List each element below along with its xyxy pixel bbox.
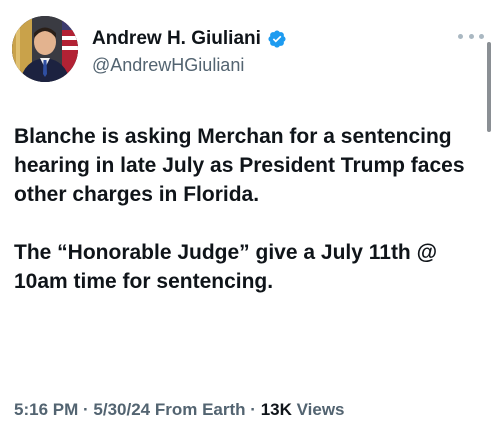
more-dot [468,33,474,39]
tweet-time[interactable]: 5:16 PM [14,400,78,419]
tweet-source: From Earth [154,400,246,419]
author-name-row: Andrew H. Giuliani [92,28,287,50]
tweet-card: Andrew H. Giuliani @AndrewHGiuliani Blan… [0,0,500,443]
meta-separator: · [82,400,89,419]
more-horizontal-icon[interactable] [458,30,484,42]
tweet-meta: 5:16 PM · 5/30/24 From Earth · 13K Views [14,400,345,420]
author-display-name[interactable]: Andrew H. Giuliani [92,28,261,50]
author-handle[interactable]: @AndrewHGiuliani [92,55,244,76]
scrollbar[interactable] [487,42,491,132]
more-dot [458,33,463,39]
tweet-date[interactable]: 5/30/24 [93,400,150,419]
tweet-text: Blanche is asking Merchan for a sentenci… [14,122,484,296]
tweet-paragraph: Blanche is asking Merchan for a sentenci… [14,125,465,206]
avatar-image [12,16,78,82]
views-label: Views [296,400,345,419]
meta-separator: · [250,400,256,419]
more-dot [479,33,484,39]
tweet-paragraph: The “Honorable Judge” give a July 11th @… [14,241,438,293]
verified-badge-icon [267,29,287,49]
views-count[interactable]: 13K [261,400,292,419]
avatar[interactable] [12,16,78,82]
